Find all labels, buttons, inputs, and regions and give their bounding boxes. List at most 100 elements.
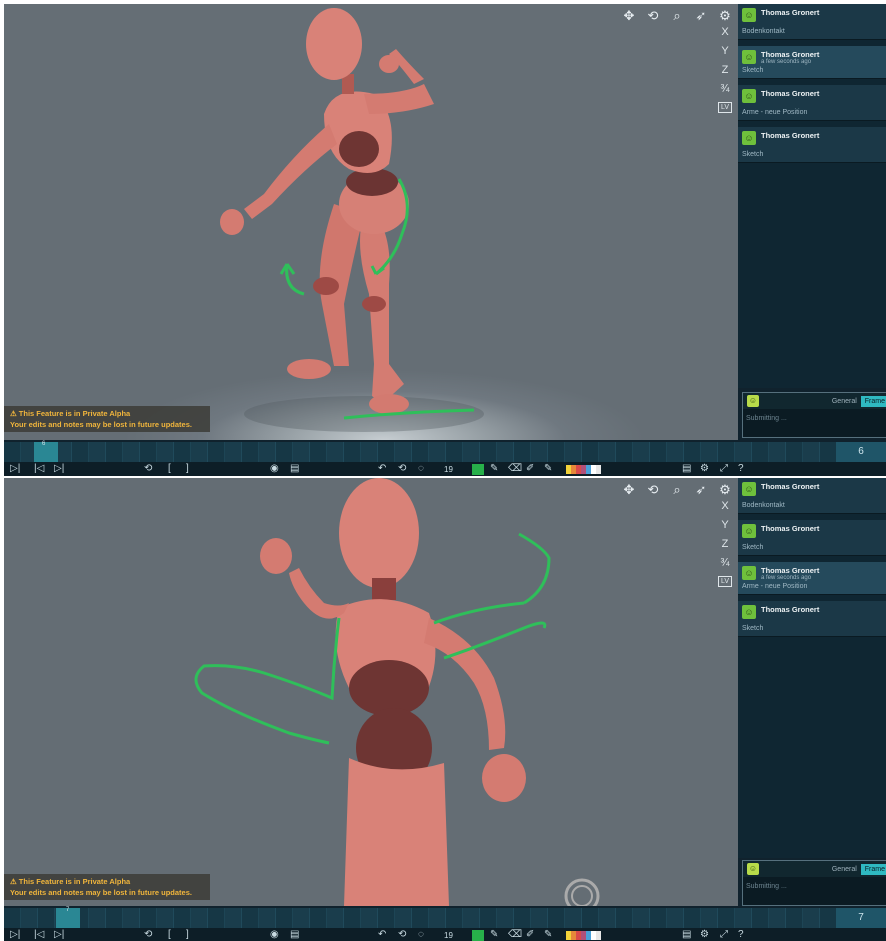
tab-general[interactable]: General	[828, 396, 861, 407]
color-swatches[interactable]	[566, 465, 601, 474]
prev-key-icon[interactable]: |◁	[34, 463, 44, 474]
help-icon[interactable]: ?	[738, 929, 744, 940]
document-icon[interactable]: ▤	[682, 929, 691, 940]
eraser-icon[interactable]: ⌫	[508, 463, 522, 474]
play-icon[interactable]: ▷|	[10, 929, 20, 940]
note-item[interactable]: ☺ Thomas Gronert a few seconds ago Arme …	[738, 562, 886, 595]
document-icon[interactable]: ▤	[682, 463, 691, 474]
frame-number: 6	[836, 442, 886, 462]
avatar: ☺	[747, 863, 759, 875]
picker-icon[interactable]: ✐	[526, 929, 534, 940]
next-key-icon[interactable]: ▷|	[54, 929, 64, 940]
note-item[interactable]: ☺ Thomas Gronert Bodenkontakt	[738, 478, 886, 514]
visibility-icon[interactable]: ◉	[270, 929, 279, 940]
timeline[interactable]: 6 6	[4, 441, 886, 462]
fullscreen-icon[interactable]: ⤢	[720, 463, 728, 474]
3d-viewport[interactable]: ✥ ⟲ ⌕ ➶ ⚙ X Y Z ¾ LV ⚠ This Feature is i…	[4, 4, 738, 440]
mannequin-scene	[194, 478, 600, 906]
alpha-notice-text: Your edits and notes may be lost in futu…	[10, 888, 192, 897]
range-start-button[interactable]: [	[168, 929, 171, 940]
axis-y-button[interactable]: Y	[718, 519, 732, 531]
axis-x-button[interactable]: X	[718, 500, 732, 512]
marker-icon[interactable]: ✎	[544, 463, 552, 474]
axis-x-button[interactable]: X	[718, 26, 732, 38]
range-end-button[interactable]: ]	[186, 463, 189, 474]
tab-frame[interactable]: Frame	[860, 863, 886, 875]
redo-icon[interactable]: ⟲	[398, 463, 406, 474]
zoom-icon[interactable]: ⌕	[670, 482, 684, 498]
compose-input[interactable]: Submitting ...	[743, 877, 886, 896]
eraser-icon[interactable]: ⌫	[508, 929, 522, 940]
ghost-icon[interactable]: ◌	[418, 463, 424, 474]
note-item[interactable]: ☺ Thomas Gronert Sketch	[738, 127, 886, 163]
3d-viewport[interactable]: ✥ ⟲ ⌕ ➶ ⚙ X Y Z ¾ LV ⚠ This Feature is i…	[4, 478, 738, 906]
gear-icon[interactable]: ⚙	[718, 482, 732, 498]
film-icon[interactable]: ▤	[290, 929, 299, 940]
axis-z-button[interactable]: Z	[718, 64, 732, 76]
brush-size[interactable]: 19	[444, 465, 453, 474]
axis-view-buttons: X Y Z ¾ LV	[718, 500, 732, 587]
pencil-icon[interactable]: ✎	[490, 463, 498, 474]
avatar: ☺	[747, 395, 759, 407]
avatar: ☺	[742, 605, 756, 619]
pointer-icon[interactable]: ➶	[694, 8, 708, 24]
range-end-button[interactable]: ]	[186, 929, 189, 940]
note-item[interactable]: ☺ Thomas Gronert Arme - neue Position	[738, 85, 886, 121]
gear-icon[interactable]: ⚙	[718, 8, 732, 24]
fullscreen-icon[interactable]: ⤢	[720, 929, 728, 940]
avatar: ☺	[742, 8, 756, 22]
notes-sidebar: ☺ Thomas Gronert Bodenkontakt ☺ Thomas G…	[738, 478, 886, 858]
tab-frame[interactable]: Frame	[860, 395, 886, 407]
undo-icon[interactable]: ↶	[378, 929, 386, 940]
timeline[interactable]: 7 7	[4, 907, 886, 928]
ghost-icon[interactable]: ◌	[418, 929, 424, 940]
axis-lv-button[interactable]: LV	[718, 576, 732, 587]
orbit-icon[interactable]: ⟲	[646, 482, 660, 498]
undo-icon[interactable]: ↶	[378, 463, 386, 474]
note-author: Thomas Gronert	[761, 8, 820, 17]
settings-icon[interactable]: ⚙	[700, 463, 709, 474]
tab-general[interactable]: General	[828, 864, 861, 875]
move-icon[interactable]: ✥	[622, 482, 636, 498]
settings-icon[interactable]: ⚙	[700, 929, 709, 940]
axis-y-button[interactable]: Y	[718, 45, 732, 57]
help-icon[interactable]: ?	[738, 463, 744, 474]
axis-z-button[interactable]: Z	[718, 538, 732, 550]
note-item[interactable]: ☺ Thomas Gronert Sketch	[738, 520, 886, 556]
note-author: Thomas Gronert	[761, 566, 820, 575]
note-author: Thomas Gronert	[761, 50, 820, 59]
timeline-playhead[interactable]	[34, 442, 58, 462]
axis-lv-button[interactable]: LV	[718, 102, 732, 113]
move-icon[interactable]: ✥	[622, 8, 636, 24]
pencil-icon[interactable]: ✎	[490, 929, 498, 940]
note-text: Sketch	[742, 625, 764, 632]
play-icon[interactable]: ▷|	[10, 463, 20, 474]
prev-key-icon[interactable]: |◁	[34, 929, 44, 940]
screen-bottom: ✥ ⟲ ⌕ ➶ ⚙ X Y Z ¾ LV ⚠ This Feature is i…	[4, 478, 886, 941]
axis-threequarter-button[interactable]: ¾	[718, 557, 732, 569]
next-key-icon[interactable]: ▷|	[54, 463, 64, 474]
note-time: a few seconds ago	[761, 59, 812, 65]
current-color[interactable]	[472, 464, 484, 475]
note-item[interactable]: ☺ Thomas Gronert Bodenkontakt	[738, 4, 886, 40]
note-text: Bodenkontakt	[742, 28, 785, 35]
marker-icon[interactable]: ✎	[544, 929, 552, 940]
picker-icon[interactable]: ✐	[526, 463, 534, 474]
loop-icon[interactable]: ⟲	[144, 463, 152, 474]
orbit-icon[interactable]: ⟲	[646, 8, 660, 24]
current-color[interactable]	[472, 930, 484, 941]
brush-size[interactable]: 19	[444, 931, 453, 940]
viewport-tools: ✥ ⟲ ⌕ ➶ ⚙	[622, 482, 732, 498]
zoom-icon[interactable]: ⌕	[670, 8, 684, 24]
loop-icon[interactable]: ⟲	[144, 929, 152, 940]
redo-icon[interactable]: ⟲	[398, 929, 406, 940]
pointer-icon[interactable]: ➶	[694, 482, 708, 498]
film-icon[interactable]: ▤	[290, 463, 299, 474]
note-item[interactable]: ☺ Thomas Gronert a few seconds ago Sketc…	[738, 46, 886, 79]
axis-threequarter-button[interactable]: ¾	[718, 83, 732, 95]
visibility-icon[interactable]: ◉	[270, 463, 279, 474]
compose-input[interactable]: Submitting ...	[743, 409, 886, 428]
range-start-button[interactable]: [	[168, 463, 171, 474]
note-item[interactable]: ☺ Thomas Gronert Sketch	[738, 601, 886, 637]
color-swatches[interactable]	[566, 931, 601, 940]
